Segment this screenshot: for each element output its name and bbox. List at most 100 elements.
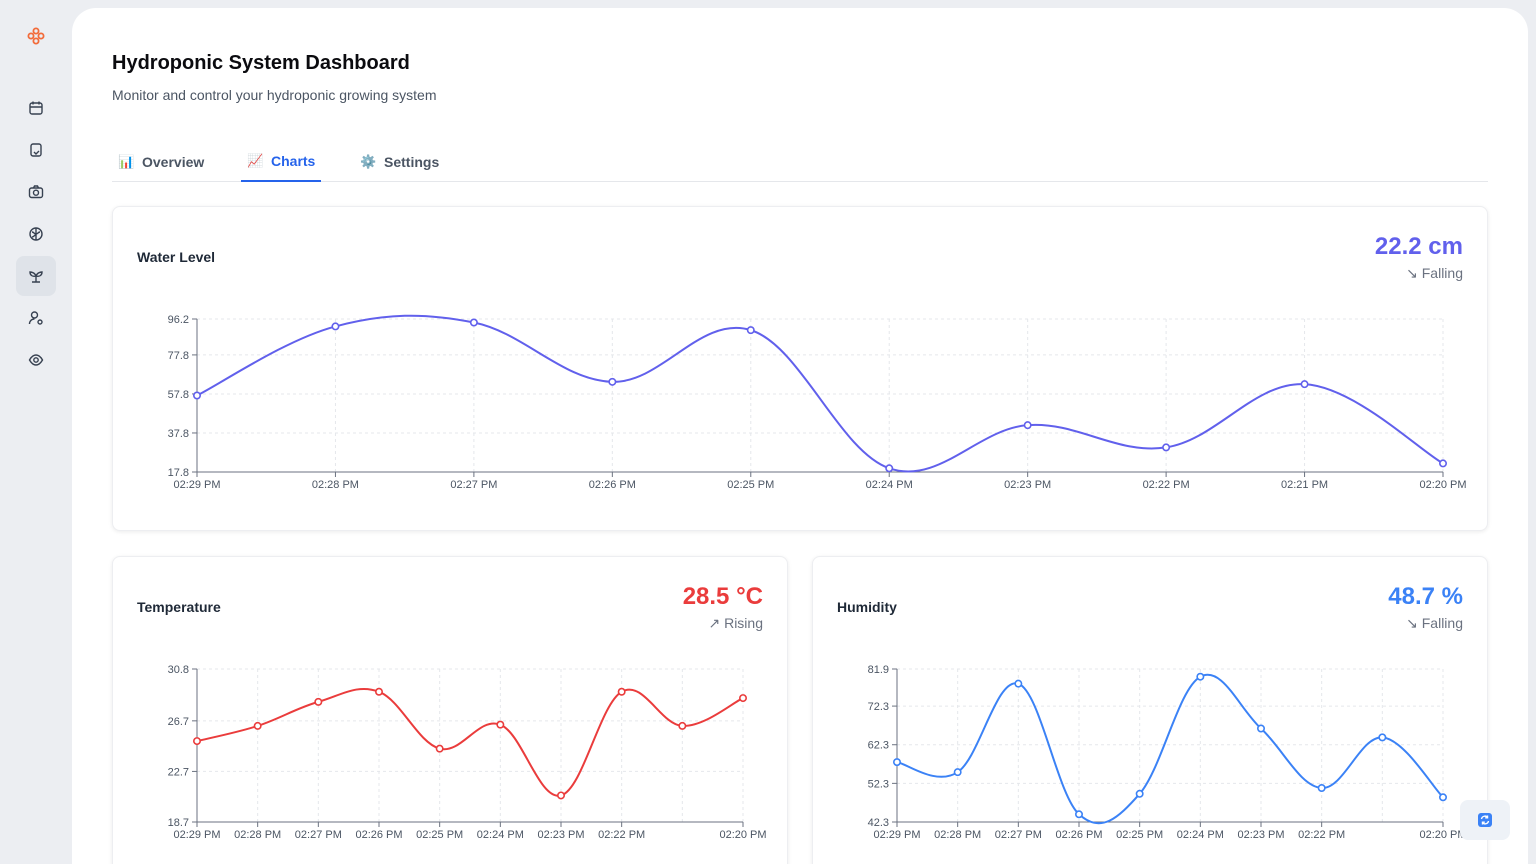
temperature-chart: 30.8 26.7 22.7 18.702:29 PM 02:28 PM 02:27 PM… bbox=[168, 664, 767, 841]
data-point bbox=[1023, 421, 1032, 430]
sprout-icon[interactable] bbox=[16, 256, 56, 296]
x-tick-label: 02:25 PM bbox=[727, 479, 774, 491]
x-tick-label: 02:29 PM bbox=[173, 479, 220, 491]
x-tick-label: 02:27 PM bbox=[450, 479, 497, 491]
data-point bbox=[193, 391, 202, 400]
x-tick-label: 02:24 PM bbox=[866, 479, 913, 491]
data-point bbox=[1162, 443, 1171, 452]
y-tick-label: 57.8 bbox=[168, 389, 189, 401]
line-chart-icon: 📈 bbox=[247, 153, 264, 168]
x-tick-label: 02:21 PM bbox=[1281, 479, 1328, 491]
humidity-chart: 81.9 72.3 62.3 52.3 42.302:29 PM 02:28 PM 02:2… bbox=[868, 664, 1467, 841]
data-point bbox=[469, 318, 478, 327]
y-tick-label: 62.3 bbox=[868, 740, 889, 752]
tab-charts[interactable]: 📈 Charts bbox=[241, 142, 322, 182]
x-tick-label: 02:28 PM bbox=[234, 829, 281, 841]
x-tick-label: 02:24 PM bbox=[1177, 829, 1224, 841]
clipboard-icon[interactable] bbox=[16, 130, 56, 170]
eye-settings-icon[interactable] bbox=[16, 340, 56, 380]
data-point bbox=[738, 694, 747, 703]
main-panel: Hydroponic System Dashboard Monitor and … bbox=[72, 8, 1528, 864]
data-point bbox=[193, 737, 202, 746]
tab-charts-label: Charts bbox=[271, 153, 316, 169]
tab-bar: 📊 Overview 📈 Charts ⚙️ Settings bbox=[112, 142, 1488, 182]
data-point bbox=[608, 377, 617, 386]
gear-icon: ⚙️ bbox=[360, 154, 377, 169]
bar-chart-icon: 📊 bbox=[118, 154, 135, 169]
data-point bbox=[374, 687, 383, 696]
series-line bbox=[196, 687, 744, 797]
y-tick-label: 22.7 bbox=[168, 766, 189, 778]
y-tick-label: 37.8 bbox=[168, 428, 189, 440]
series-line bbox=[896, 673, 1444, 825]
y-tick-label: 26.7 bbox=[168, 716, 189, 728]
water-level-card: Water Level 22.2 cm ↘ Falling 96.2 77.8 57… bbox=[112, 206, 1488, 531]
data-point bbox=[1135, 789, 1144, 798]
data-point bbox=[1074, 810, 1083, 819]
y-tick-label: 17.8 bbox=[168, 467, 189, 479]
x-tick-label: 02:29 PM bbox=[873, 829, 920, 841]
y-tick-label: 81.9 bbox=[868, 664, 889, 676]
data-point bbox=[1317, 784, 1326, 793]
tab-overview[interactable]: 📊 Overview bbox=[112, 142, 210, 182]
x-tick-label: 02:22 PM bbox=[598, 829, 645, 841]
page-title: Hydroponic System Dashboard bbox=[112, 52, 410, 74]
brain-icon[interactable] bbox=[16, 214, 56, 254]
tab-settings-label: Settings bbox=[384, 154, 440, 170]
x-tick-label: 02:27 PM bbox=[995, 829, 1042, 841]
data-point bbox=[1300, 380, 1309, 389]
tab-overview-label: Overview bbox=[142, 154, 205, 170]
y-tick-label: 72.3 bbox=[868, 701, 889, 713]
data-point bbox=[314, 697, 323, 706]
tab-settings[interactable]: ⚙️ Settings bbox=[354, 142, 445, 182]
x-tick-label: 02:28 PM bbox=[312, 479, 359, 491]
refresh-icon bbox=[1478, 813, 1492, 827]
camera-icon[interactable] bbox=[16, 172, 56, 212]
y-tick-label: 30.8 bbox=[168, 664, 189, 676]
logo-icon[interactable] bbox=[26, 26, 46, 46]
data-point bbox=[953, 768, 962, 777]
chart-grid: 81.9 72.3 62.3 52.3 42.302:29 PM 02:28 PM 02:2… bbox=[868, 664, 1467, 841]
user-settings-icon[interactable] bbox=[16, 298, 56, 338]
y-tick-label: 42.3 bbox=[868, 817, 889, 829]
y-tick-label: 96.2 bbox=[168, 314, 189, 326]
data-point bbox=[496, 720, 505, 729]
x-tick-label: 02:29 PM bbox=[173, 829, 220, 841]
water-level-chart: 96.2 77.8 57.8 37.8 17.802:29 PM 02:28 PM 02:2… bbox=[168, 314, 1467, 491]
x-tick-label: 02:25 PM bbox=[416, 829, 463, 841]
data-point bbox=[556, 791, 565, 800]
x-tick-label: 02:23 PM bbox=[537, 829, 584, 841]
temperature-card: Temperature 28.5 °C ↗ Rising 30.8 26.7 22.… bbox=[112, 556, 788, 864]
x-tick-label: 02:24 PM bbox=[477, 829, 524, 841]
data-point bbox=[331, 322, 340, 331]
y-tick-label: 77.8 bbox=[168, 350, 189, 362]
x-tick-label: 02:26 PM bbox=[1055, 829, 1102, 841]
x-tick-label: 02:25 PM bbox=[1116, 829, 1163, 841]
chart-grid: 30.8 26.7 22.7 18.702:29 PM 02:28 PM 02:27 PM… bbox=[168, 664, 767, 841]
data-point bbox=[1256, 724, 1265, 733]
humidity-card: Humidity 48.7 % ↘ Falling 81.9 72.3 62.3 52… bbox=[812, 556, 1488, 864]
data-point bbox=[893, 758, 902, 767]
x-tick-label: 02:26 PM bbox=[355, 829, 402, 841]
data-point bbox=[746, 326, 755, 335]
data-point bbox=[1014, 679, 1023, 688]
calendar-icon[interactable] bbox=[16, 88, 56, 128]
x-tick-label: 02:22 PM bbox=[1143, 479, 1190, 491]
data-point bbox=[435, 744, 444, 753]
x-tick-label: 02:20 PM bbox=[719, 829, 766, 841]
x-tick-label: 02:26 PM bbox=[589, 479, 636, 491]
y-tick-label: 52.3 bbox=[868, 778, 889, 790]
data-point bbox=[1196, 672, 1205, 681]
x-tick-label: 02:27 PM bbox=[295, 829, 342, 841]
data-point bbox=[885, 464, 894, 473]
x-tick-label: 02:23 PM bbox=[1237, 829, 1284, 841]
y-tick-label: 18.7 bbox=[168, 817, 189, 829]
data-point bbox=[1378, 733, 1387, 742]
page-subtitle: Monitor and control your hydroponic grow… bbox=[112, 87, 437, 103]
data-point bbox=[253, 721, 262, 730]
x-tick-label: 02:20 PM bbox=[1419, 479, 1466, 491]
data-point bbox=[1439, 459, 1448, 468]
refresh-button[interactable] bbox=[1460, 800, 1510, 840]
data-point bbox=[617, 687, 626, 696]
data-point bbox=[1438, 793, 1447, 802]
